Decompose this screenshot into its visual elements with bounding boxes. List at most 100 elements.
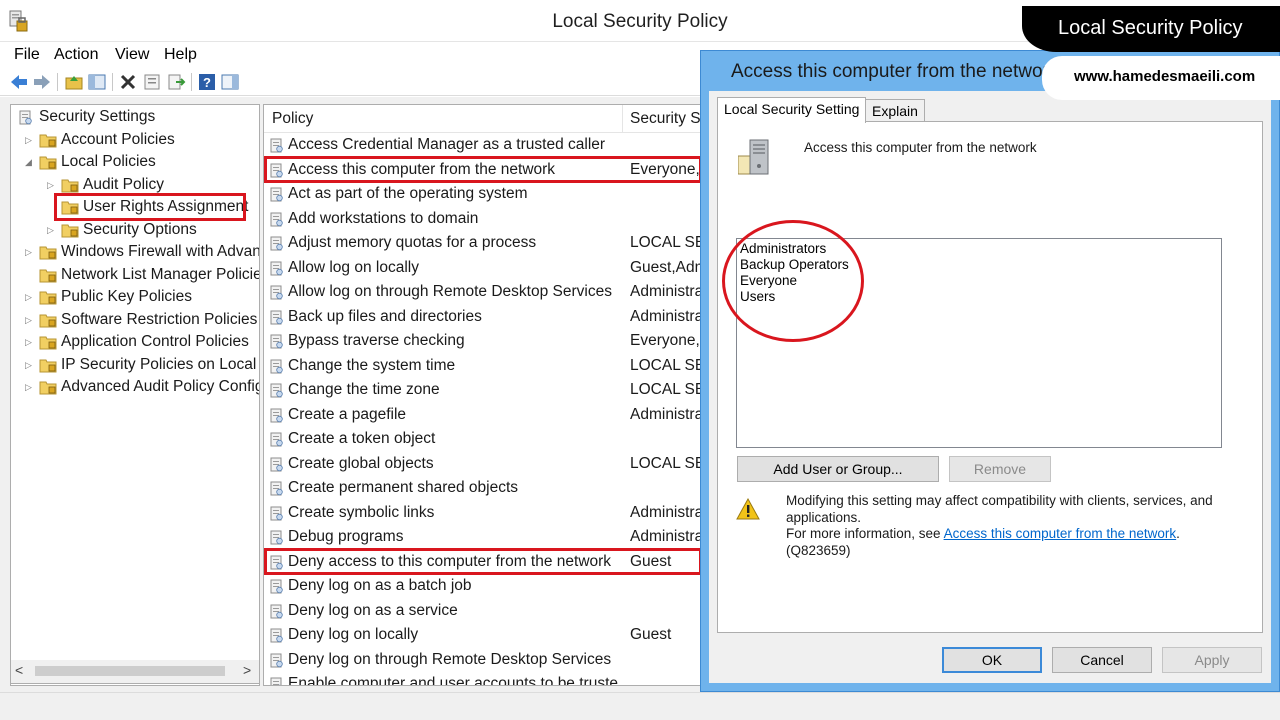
tree-item-label: Network List Manager Policie <box>61 265 260 283</box>
member-item[interactable]: Administrators <box>740 241 826 256</box>
tree-item-label: Application Control Policies <box>61 333 249 350</box>
scroll-left-icon[interactable]: < <box>15 662 23 678</box>
policy-row[interactable]: Change the system time LOCAL SER <box>264 355 702 379</box>
policy-row[interactable]: Create permanent shared objects <box>264 477 702 501</box>
website-banner: www.hamedesmaeili.com <box>1042 56 1280 100</box>
policy-row[interactable]: Add workstations to domain <box>264 208 702 232</box>
cancel-button[interactable]: Cancel <box>1052 647 1152 673</box>
policy-row[interactable]: Back up files and directories Administra <box>264 306 702 330</box>
policy-row[interactable]: Deny log on through Remote Desktop Servi… <box>264 649 702 673</box>
show-hide-console-tree-icon[interactable] <box>87 72 107 92</box>
delete-icon[interactable] <box>118 72 138 92</box>
policy-document-icon <box>270 579 283 594</box>
policy-name-cell: Bypass traverse checking <box>288 332 465 349</box>
policy-row[interactable]: Access Credential Manager as a trusted c… <box>264 134 702 158</box>
policy-row[interactable]: Access this computer from the network Eve… <box>264 159 702 183</box>
policy-row[interactable]: Deny log on locally Guest <box>264 624 702 648</box>
policy-row[interactable]: Create a pagefile Administra <box>264 404 702 428</box>
list-header: Policy Security Se <box>264 105 702 133</box>
policy-document-icon <box>270 628 283 643</box>
policy-name-cell: Change the system time <box>288 356 456 374</box>
menu-help[interactable]: Help <box>164 46 197 64</box>
policy-row[interactable]: Allow log on through Remote Desktop Serv… <box>264 281 702 305</box>
security-setting-cell: Guest <box>630 552 672 570</box>
properties-icon[interactable] <box>142 72 162 92</box>
member-item[interactable]: Everyone <box>740 273 797 288</box>
policy-list: Policy Security Se Access Credential Man… <box>263 104 703 686</box>
remove-button[interactable]: Remove <box>949 456 1051 482</box>
explain-link[interactable]: Access this computer from the network <box>944 526 1177 541</box>
folder-icon <box>39 134 57 147</box>
menu-action[interactable]: Action <box>54 46 98 64</box>
policy-row[interactable]: Act as part of the operating system <box>264 183 702 207</box>
policy-document-icon <box>270 310 283 324</box>
policy-document-icon <box>270 138 283 153</box>
policy-row[interactable]: Deny log on as a batch job <box>264 575 702 599</box>
show-action-pane-icon[interactable] <box>220 72 240 92</box>
policy-document-icon <box>270 457 283 471</box>
policy-name-cell: Create global objects <box>288 454 434 472</box>
tab-explain[interactable]: Explain <box>865 99 925 121</box>
policy-name-cell: Debug programs <box>288 528 404 545</box>
forward-arrow-icon[interactable] <box>32 72 52 92</box>
tree-item-label: Security Settings <box>39 108 156 125</box>
policy-row[interactable]: Deny log on as a service <box>264 600 702 624</box>
tree-item-label: IP Security Policies on Local C <box>61 355 260 373</box>
policy-document-icon <box>270 285 283 300</box>
policy-row[interactable]: Create a token object <box>264 428 702 452</box>
policy-row[interactable]: Adjust memory quotas for a process LOCAL … <box>264 232 702 256</box>
policy-document-icon <box>270 555 283 569</box>
up-folder-icon[interactable] <box>64 72 84 92</box>
title-banner: Local Security Policy <box>1022 6 1280 52</box>
expand-arrow-icon[interactable]: ▷ <box>25 247 32 258</box>
expand-arrow-icon[interactable]: ▷ <box>25 315 32 326</box>
help-icon[interactable]: ? <box>197 72 217 92</box>
policy-row[interactable]: Allow log on locally Guest,Adm <box>264 257 702 281</box>
policy-document-icon <box>270 261 283 275</box>
expand-arrow-icon[interactable]: ▷ <box>25 292 32 303</box>
tab-page: Access this computer from the network Ad… <box>717 121 1263 633</box>
tree-item-label: Account Policies <box>61 130 175 148</box>
apply-button[interactable]: Apply <box>1162 647 1262 673</box>
policy-name-cell: Adjust memory quotas for a process <box>288 234 537 251</box>
security-setting-cell: LOCAL SER <box>630 356 702 374</box>
menu-view[interactable]: View <box>115 46 149 64</box>
policy-row[interactable]: Create global objects LOCAL SER <box>264 453 702 477</box>
policy-name-cell: Allow log on locally <box>288 258 419 276</box>
add-user-or-group-button[interactable]: Add User or Group... <box>737 456 939 482</box>
tab-local-security-setting[interactable]: Local Security Setting <box>717 97 867 123</box>
expand-arrow-icon[interactable]: ▷ <box>25 135 32 146</box>
expand-arrow-icon[interactable]: ▷ <box>47 180 54 191</box>
collapse-arrow-icon[interactable]: ◢ <box>25 157 32 168</box>
member-item[interactable]: Backup Operators <box>740 257 849 272</box>
ok-button[interactable]: OK <box>942 647 1042 673</box>
policy-name-cell: Create permanent shared objects <box>288 479 519 496</box>
scrollbar-thumb[interactable] <box>35 666 225 676</box>
expand-arrow-icon[interactable]: ▷ <box>25 382 32 393</box>
export-list-icon[interactable] <box>166 72 186 92</box>
policy-document-icon <box>270 163 283 177</box>
policy-row[interactable]: Change the time zone LOCAL SER <box>264 379 702 403</box>
menu-file[interactable]: File <box>14 46 40 64</box>
policy-row[interactable]: Bypass traverse checking Everyone,L <box>264 330 702 354</box>
scroll-right-icon[interactable]: > <box>243 662 251 678</box>
column-divider[interactable] <box>622 105 623 133</box>
members-listbox[interactable]: Administrators Backup Operators Everyone… <box>736 238 1222 448</box>
dialog-body: Local Security Setting Explain Access th… <box>709 91 1271 683</box>
folder-icon <box>39 336 57 350</box>
expand-arrow-icon[interactable]: ▷ <box>25 337 32 348</box>
policy-name-cell: Deny access to this computer from the ne… <box>288 552 612 570</box>
expand-arrow-icon[interactable]: ▷ <box>47 225 54 236</box>
back-arrow-icon[interactable] <box>9 72 29 92</box>
member-item[interactable]: Users <box>740 289 775 304</box>
column-header-security-setting[interactable]: Security Se <box>630 110 702 128</box>
more-info-line: For more information, see Access this co… <box>786 526 1226 543</box>
expand-arrow-icon[interactable]: ▷ <box>25 360 32 371</box>
policy-row[interactable]: Enable computer and user accounts to be … <box>264 673 702 685</box>
policy-row[interactable]: Create symbolic links Administra <box>264 502 702 526</box>
policy-row[interactable]: Deny access to this computer from the ne… <box>264 551 702 575</box>
tree-horizontal-scrollbar[interactable]: < > <box>10 660 260 684</box>
column-header-policy[interactable]: Policy <box>272 110 313 128</box>
security-settings-icon <box>19 110 32 125</box>
policy-row[interactable]: Debug programs Administra <box>264 526 702 550</box>
